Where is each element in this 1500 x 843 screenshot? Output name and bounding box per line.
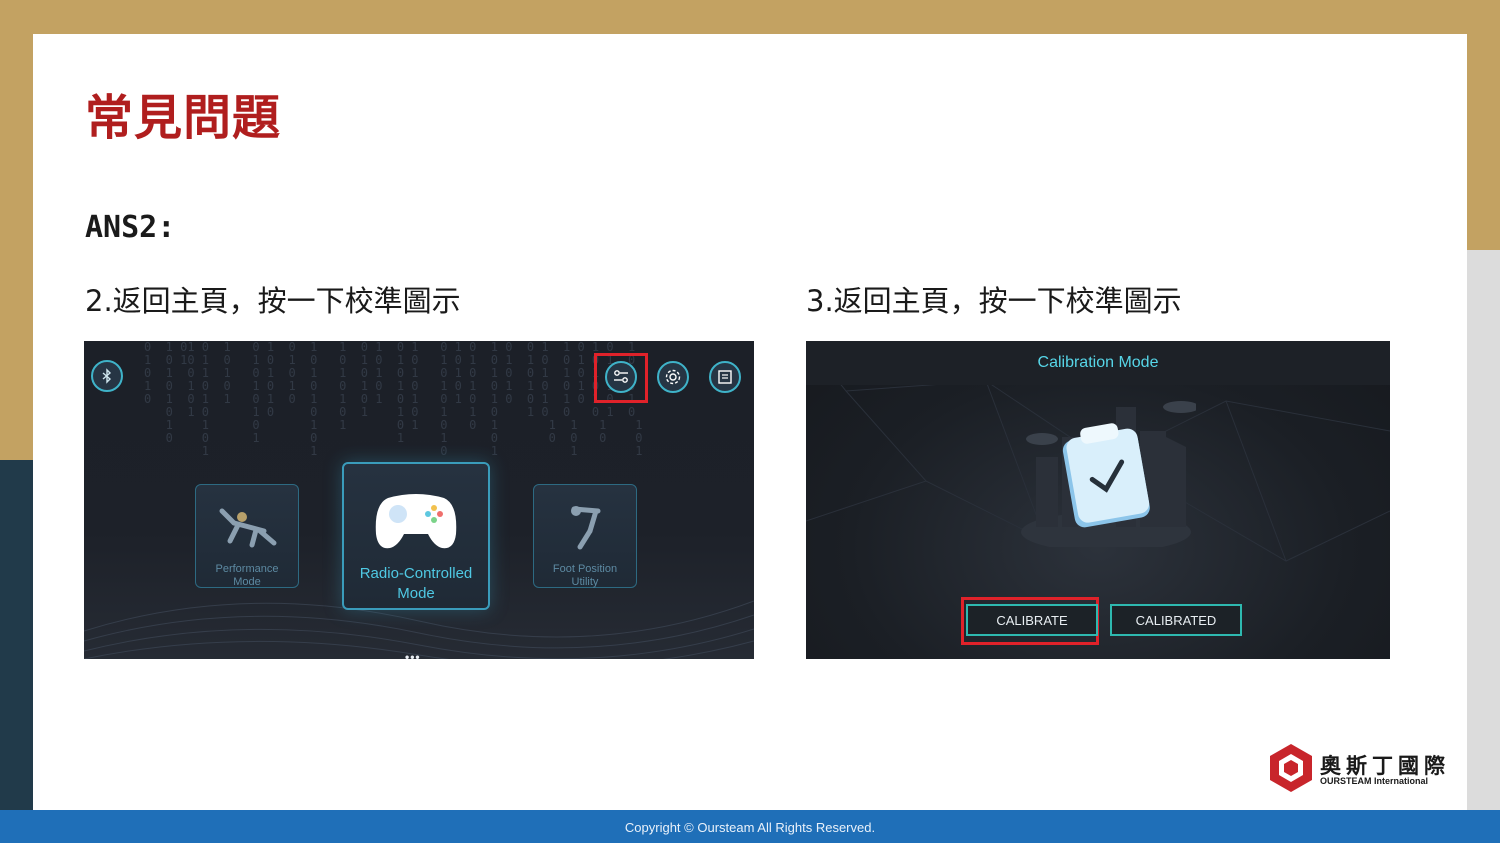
mode-label-radio-line1: Radio-Controlled	[359, 565, 473, 582]
answer-label: ANS2:	[85, 210, 176, 245]
bluetooth-icon	[102, 368, 112, 384]
logo-name-english: OURSTEAM International	[1320, 776, 1429, 786]
step-caption-right: 3.返回主頁，按一下校準圖示	[806, 284, 1182, 318]
oursteam-logo-icon	[1270, 744, 1312, 792]
gamepad-icon	[374, 490, 458, 552]
log-button[interactable]	[709, 361, 741, 393]
calibration-button[interactable]	[605, 361, 637, 393]
robot-leg-icon	[571, 506, 601, 550]
calibrate-button[interactable]: CALIBRATE	[966, 604, 1098, 636]
calibration-mode-title: Calibration Mode	[1037, 354, 1159, 371]
mode-label-radio-line2: Mode	[397, 585, 435, 602]
calibrated-button[interactable]: CALIBRATED	[1110, 604, 1242, 636]
footer-copyright: Copyright © Oursteam All Rights Reserved…	[0, 810, 1500, 843]
page-title: 常見問題	[85, 90, 282, 146]
document-list-icon	[718, 370, 732, 384]
calibration-clipboard-illustration	[1021, 401, 1196, 547]
mode-label-performance-line1: Performance	[215, 563, 279, 575]
calibration-sliders-icon	[614, 370, 628, 383]
matrix-background: 0 1 01 0 1 0 1 0 1 1 0 1 0 1 0 1 0 1 0 0…	[144, 341, 643, 458]
page-indicator[interactable]: •••	[405, 650, 421, 659]
mode-card-performance[interactable]: Performance Mode	[195, 484, 299, 588]
settings-button[interactable]	[657, 361, 689, 393]
bluetooth-button[interactable]	[91, 360, 123, 392]
gear-icon	[665, 369, 681, 385]
home-screen-screenshot: 0 1 01 0 1 0 1 0 1 1 0 1 0 1 0 1 0 1 0 0…	[84, 341, 754, 659]
mode-label-foot-line2: Utility	[571, 576, 599, 588]
step-caption-left: 2.返回主頁，按一下校準圖示	[85, 284, 461, 318]
mode-card-radio-controlled[interactable]: Radio-Controlled Mode	[342, 462, 490, 610]
mode-label-performance-line2: Mode	[233, 576, 261, 588]
robot-dog-icon	[219, 508, 277, 548]
mode-card-foot-position[interactable]: Foot Position Utility	[533, 484, 637, 588]
calibration-screen-screenshot: Calibration Mode CALIBRATE CALIBRATED	[806, 341, 1390, 659]
mode-label-foot-line1: Foot Position	[552, 563, 618, 575]
